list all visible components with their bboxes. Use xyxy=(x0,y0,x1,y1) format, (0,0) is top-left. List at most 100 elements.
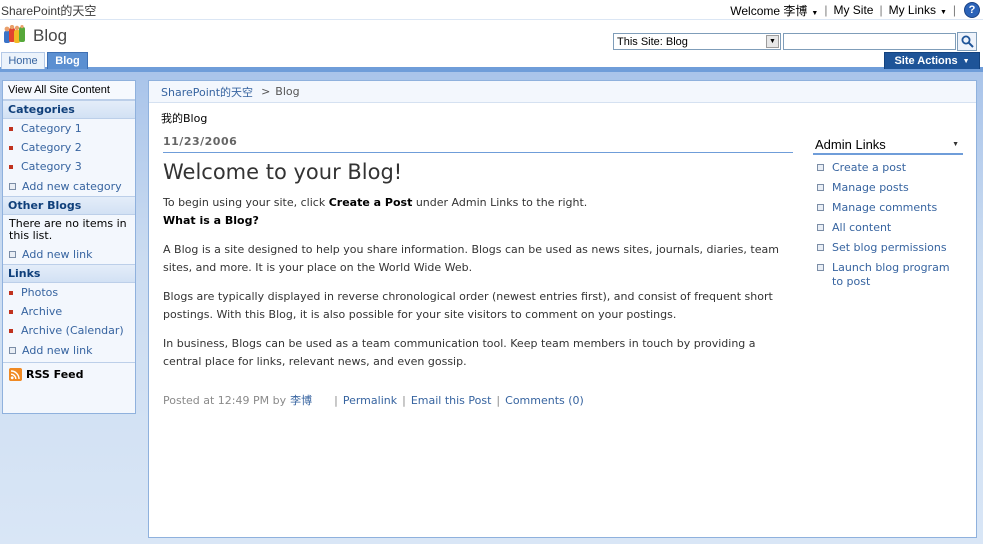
page-description: 我的Blog xyxy=(161,112,208,125)
add-link-label: Add new link xyxy=(22,247,93,261)
post-title[interactable]: Welcome to your Blog! xyxy=(163,160,402,184)
admin-links-title: Admin Links xyxy=(815,136,886,152)
admin-link-manage-comments[interactable]: Manage comments xyxy=(813,201,963,215)
admin-bullet-icon xyxy=(817,164,824,171)
breadcrumb: SharePoint的天空 > Blog xyxy=(149,81,976,103)
tab-blog[interactable]: Blog xyxy=(47,52,88,70)
add-link-label: Add new link xyxy=(22,343,93,357)
add-new-link[interactable]: Add new link xyxy=(3,340,135,360)
global-bar: SharePoint的天空 Welcome 李博 ▼ | My Site | My… xyxy=(0,0,983,20)
admin-link-label: All content xyxy=(832,221,892,234)
admin-link-label: Manage comments xyxy=(832,201,938,214)
breadcrumb-root-link[interactable]: SharePoint的天空 xyxy=(161,84,253,100)
link-label: Photos xyxy=(21,286,59,299)
separator: | xyxy=(402,393,406,407)
admin-link-label: Set blog permissions xyxy=(832,241,947,254)
my-site-link[interactable]: My Site xyxy=(833,3,873,17)
tab-bar: Home Blog Site Actions ▼ xyxy=(0,52,983,70)
category-link[interactable]: Category 1 xyxy=(3,119,135,138)
link-archive[interactable]: Archive xyxy=(3,302,135,321)
site-logo-icon[interactable] xyxy=(3,25,27,47)
chevron-down-icon[interactable]: ▼ xyxy=(952,141,959,148)
admin-bullet-icon xyxy=(817,244,824,251)
quick-launch: View All Site Content Categories Categor… xyxy=(2,80,136,414)
category-link[interactable]: Category 3 xyxy=(3,157,135,176)
link-label: Archive xyxy=(21,305,63,318)
admin-link-set-permissions[interactable]: Set blog permissions xyxy=(813,241,963,255)
post-paragraph: In business, Blogs can be used as a team… xyxy=(163,337,756,368)
category-label: Category 3 xyxy=(21,160,82,173)
search-scope-value: This Site: Blog xyxy=(617,35,688,48)
search-icon xyxy=(961,35,974,48)
chevron-down-icon: ▼ xyxy=(939,9,947,16)
link-archive-calendar[interactable]: Archive (Calendar) xyxy=(3,321,135,340)
breadcrumb-separator: > xyxy=(261,85,271,98)
admin-link-launch-blog-program[interactable]: Launch blog program to post xyxy=(813,261,963,289)
rss-feed-link[interactable]: RSS Feed xyxy=(3,362,135,386)
intro-text: under Admin Links to the right. xyxy=(412,196,588,209)
add-item-icon xyxy=(9,346,16,354)
author-link[interactable]: 李博 xyxy=(290,392,312,408)
post-body: To begin using your site, click Create a… xyxy=(163,194,789,382)
bullet-icon xyxy=(9,126,13,131)
rss-icon xyxy=(9,368,22,381)
posted-at-text: Posted at 12:49 PM by xyxy=(163,393,287,407)
search-input[interactable] xyxy=(783,33,956,50)
title-row: Blog This Site: Blog ▼ xyxy=(0,20,983,52)
bullet-icon xyxy=(9,145,13,150)
site-actions-label: Site Actions xyxy=(894,55,958,67)
add-new-category-link[interactable]: Add new category xyxy=(3,176,135,196)
site-actions-menu[interactable]: Site Actions ▼ xyxy=(884,52,980,70)
my-links-menu[interactable]: My Links ▼ xyxy=(889,3,947,17)
my-links-label: My Links xyxy=(888,3,936,17)
separator: | xyxy=(879,3,883,17)
post-paragraph: A Blog is a site designed to help you sh… xyxy=(163,243,779,274)
separator: | xyxy=(334,393,338,407)
post-intro: To begin using your site, click Create a… xyxy=(163,194,789,212)
main-content: SharePoint的天空 > Blog 我的Blog 11/23/2006 W… xyxy=(148,80,977,538)
add-new-link[interactable]: Add new link xyxy=(3,244,135,264)
view-all-site-content-link[interactable]: View All Site Content xyxy=(3,81,135,100)
admin-link-create-post[interactable]: Create a post xyxy=(813,161,963,175)
admin-link-label: Launch blog program to post xyxy=(832,261,950,288)
link-photos[interactable]: Photos xyxy=(3,283,135,302)
admin-link-manage-posts[interactable]: Manage posts xyxy=(813,181,963,195)
breadcrumb-current: Blog xyxy=(275,85,300,98)
categories-header[interactable]: Categories xyxy=(3,100,135,119)
bullet-icon xyxy=(9,164,13,169)
permalink-link[interactable]: Permalink xyxy=(343,394,397,407)
admin-bullet-icon xyxy=(817,224,824,231)
category-label: Category 2 xyxy=(21,141,82,154)
search-button[interactable] xyxy=(957,32,977,51)
welcome-menu[interactable]: Welcome 李博 ▼ xyxy=(730,2,818,19)
admin-links-header[interactable]: Admin Links ▼ xyxy=(813,137,963,155)
email-post-link[interactable]: Email this Post xyxy=(411,394,492,407)
welcome-label: Welcome 李博 xyxy=(730,3,808,18)
search-scope-select[interactable]: This Site: Blog ▼ xyxy=(613,33,781,50)
admin-bullet-icon xyxy=(817,184,824,191)
links-header[interactable]: Links xyxy=(3,264,135,283)
admin-bullet-icon xyxy=(817,264,824,271)
add-item-icon xyxy=(9,250,16,258)
category-link[interactable]: Category 2 xyxy=(3,138,135,157)
site-name-top[interactable]: SharePoint的天空 xyxy=(1,2,96,19)
admin-link-all-content[interactable]: All content xyxy=(813,221,963,235)
chevron-down-icon[interactable]: ▼ xyxy=(766,35,779,48)
link-label: Archive (Calendar) xyxy=(21,324,124,337)
separator: | xyxy=(824,3,828,17)
bullet-icon xyxy=(9,328,13,333)
other-blogs-header[interactable]: Other Blogs xyxy=(3,196,135,215)
help-icon[interactable]: ? xyxy=(964,2,980,18)
bullet-icon xyxy=(9,290,13,295)
comments-link[interactable]: Comments (0) xyxy=(505,394,584,407)
post-question: What is a Blog? xyxy=(163,213,259,227)
intro-bold: Create a Post xyxy=(328,196,413,209)
site-title[interactable]: Blog xyxy=(33,26,67,46)
post-date: 11/23/2006 xyxy=(163,135,793,153)
add-item-icon xyxy=(9,182,16,190)
category-label: Category 1 xyxy=(21,122,82,135)
tab-home[interactable]: Home xyxy=(1,52,45,70)
top-right-links: Welcome 李博 ▼ | My Site | My Links ▼ | ? xyxy=(730,2,980,18)
rss-label: RSS Feed xyxy=(26,368,84,381)
separator: | xyxy=(496,393,501,407)
